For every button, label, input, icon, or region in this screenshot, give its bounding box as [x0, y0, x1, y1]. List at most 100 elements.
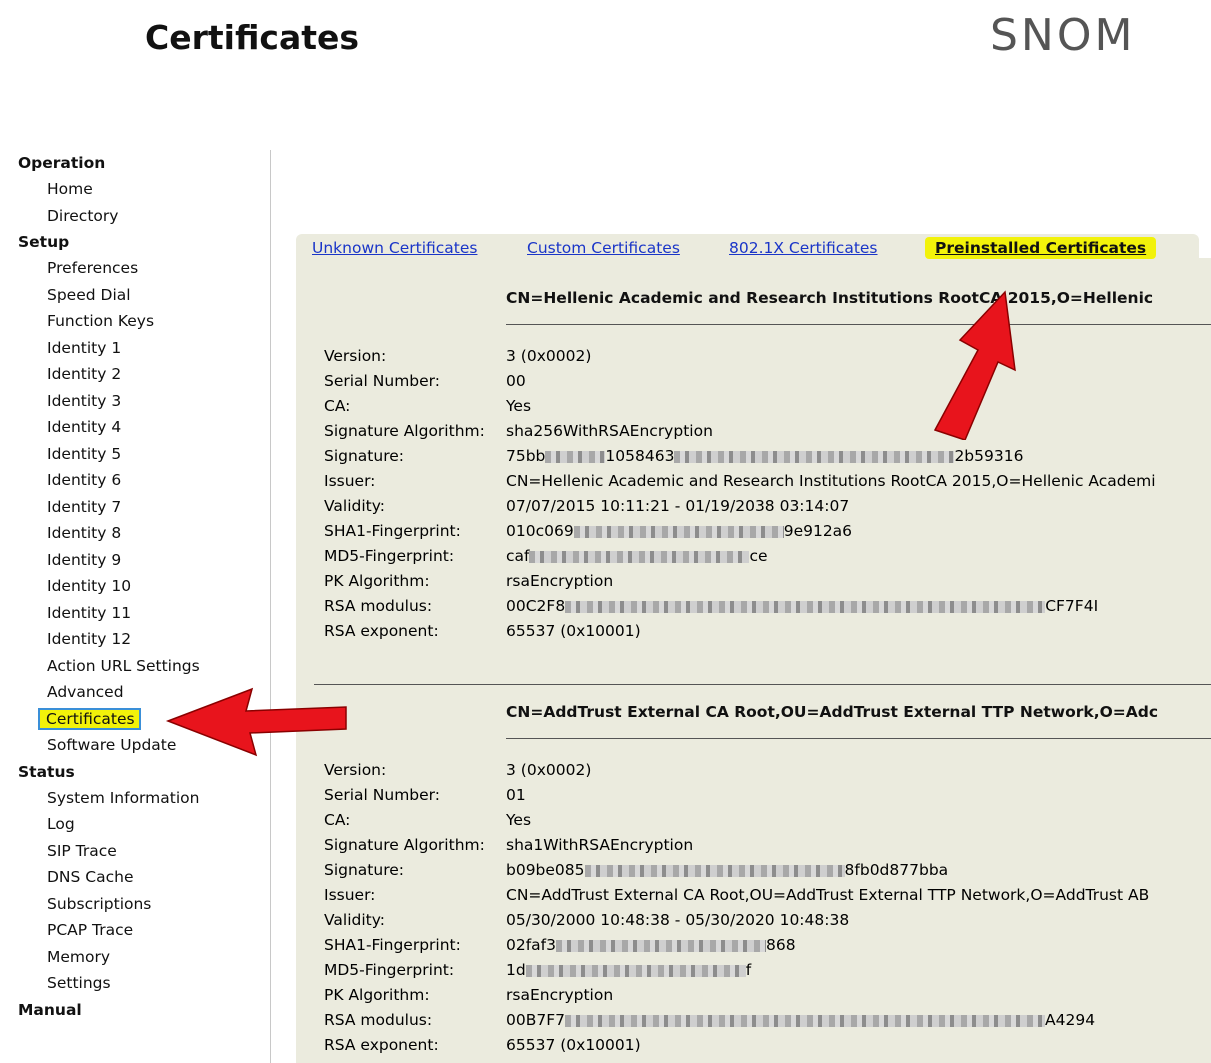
- title-divider: [506, 324, 1211, 325]
- value-prefix: 010c069: [506, 522, 574, 540]
- sidebar-section-setup: Setup: [18, 233, 70, 251]
- value-suffix: 8fb0d877bba: [844, 861, 949, 879]
- sidebar-item-identity-1[interactable]: Identity 1: [0, 335, 270, 362]
- sidebar-item-identity-6[interactable]: Identity 6: [0, 467, 270, 494]
- field-label: Serial Number:: [324, 786, 441, 804]
- field-value: sha1WithRSAEncryption: [506, 836, 694, 854]
- sidebar-item-identity-8[interactable]: Identity 8: [0, 520, 270, 547]
- sidebar-item-sip-trace[interactable]: SIP Trace: [0, 838, 270, 865]
- redacted-value: [529, 550, 750, 563]
- field-value: b09be085 8fb0d877bba: [506, 858, 948, 883]
- field-value: 010c069 9e912a6: [506, 519, 852, 544]
- field-value: caf ce: [506, 544, 768, 569]
- sidebar-item-speed-dial[interactable]: Speed Dial: [0, 282, 270, 309]
- arrow-to-certificates-icon: [165, 687, 347, 757]
- sidebar-section-manual: Manual: [18, 1000, 82, 1019]
- tab-8021x-certificates[interactable]: 802.1X Certificates: [713, 234, 925, 260]
- field-value: rsaEncryption: [506, 572, 614, 590]
- sidebar-item-identity-12[interactable]: Identity 12: [0, 626, 270, 653]
- sidebar-item-dns-cache[interactable]: DNS Cache: [0, 864, 270, 891]
- field-label: RSA modulus:: [324, 597, 433, 615]
- redacted-value: [565, 600, 1046, 613]
- value-suffix: 9e912a6: [783, 522, 853, 540]
- field-label: Signature:: [324, 861, 404, 879]
- redacted-value: [545, 450, 606, 463]
- value-prefix: 00C2F8: [506, 597, 566, 615]
- sidebar-item-directory[interactable]: Directory: [0, 203, 270, 230]
- field-label: MD5-Fingerprint:: [324, 547, 455, 565]
- field-value: 01: [506, 786, 526, 804]
- page-title: Certificates: [145, 18, 360, 57]
- redacted-value: [674, 450, 955, 463]
- field-value: 07/07/2015 10:11:21 - 01/19/2038 03:14:0…: [506, 497, 850, 515]
- field-value: 00B7F7 A4294: [506, 1008, 1095, 1033]
- field-value: 05/30/2000 10:48:38 - 05/30/2020 10:48:3…: [506, 911, 850, 929]
- value-suffix: A4294: [1045, 1011, 1096, 1029]
- field-label: Serial Number:: [324, 372, 441, 390]
- value-suffix: CF7F4I: [1045, 597, 1099, 615]
- sidebar-item-identity-3[interactable]: Identity 3: [0, 388, 270, 415]
- tab-custom-certificates[interactable]: Custom Certificates: [511, 234, 725, 260]
- field-value: rsaEncryption: [506, 986, 614, 1004]
- sidebar-item-settings[interactable]: Settings: [0, 970, 270, 997]
- sidebar-item-selected-label: Certificates: [38, 707, 141, 730]
- sidebar-item-identity-2[interactable]: Identity 2: [0, 361, 270, 388]
- redacted-value: [573, 525, 784, 538]
- field-label: SHA1-Fingerprint:: [324, 522, 461, 540]
- redacted-value: [525, 964, 746, 977]
- sidebar-item-system-information[interactable]: System Information: [0, 785, 270, 812]
- value-prefix: 00B7F7: [506, 1011, 565, 1029]
- field-label: Issuer:: [324, 886, 376, 904]
- field-label: SHA1-Fingerprint:: [324, 936, 461, 954]
- title-divider: [506, 738, 1211, 739]
- value-suffix: 868: [766, 936, 796, 954]
- sidebar-item-pcap-trace[interactable]: PCAP Trace: [0, 917, 270, 944]
- sidebar-section-operation: Operation: [18, 154, 106, 172]
- value-middle: 1058463: [605, 447, 675, 465]
- field-label: Validity:: [324, 497, 386, 515]
- field-label: MD5-Fingerprint:: [324, 961, 455, 979]
- sidebar-item-action-url-settings[interactable]: Action URL Settings: [0, 653, 270, 680]
- field-value: 3 (0x0002): [506, 761, 592, 779]
- sidebar-item-preferences[interactable]: Preferences: [0, 255, 270, 282]
- sidebar-item-identity-5[interactable]: Identity 5: [0, 441, 270, 468]
- redacted-value: [556, 939, 766, 952]
- value-suffix: ce: [749, 547, 768, 565]
- sidebar-item-identity-11[interactable]: Identity 11: [0, 600, 270, 627]
- sidebar-item-identity-4[interactable]: Identity 4: [0, 414, 270, 441]
- field-value: 00: [506, 372, 526, 390]
- field-label: PK Algorithm:: [324, 986, 430, 1004]
- field-value: CN=AddTrust External CA Root,OU=AddTrust…: [506, 886, 1150, 904]
- redacted-value: [565, 1014, 1045, 1027]
- value-prefix: caf: [506, 547, 530, 565]
- value-suffix: f: [745, 961, 752, 979]
- field-label: RSA exponent:: [324, 622, 439, 640]
- field-value: 1d f: [506, 958, 751, 983]
- field-label: Signature:: [324, 447, 404, 465]
- sidebar-section-status: Status: [18, 762, 75, 781]
- field-label: CA:: [324, 811, 351, 829]
- field-value: Yes: [506, 397, 532, 415]
- sidebar-item-subscriptions[interactable]: Subscriptions: [0, 891, 270, 918]
- arrow-to-tab-icon: [933, 290, 1016, 440]
- sidebar-item-identity-9[interactable]: Identity 9: [0, 547, 270, 574]
- field-label: PK Algorithm:: [324, 572, 430, 590]
- tab-unknown-certificates[interactable]: Unknown Certificates: [296, 234, 524, 260]
- field-label: Version:: [324, 347, 387, 365]
- sidebar-item-function-keys[interactable]: Function Keys: [0, 308, 270, 335]
- field-value: sha256WithRSAEncryption: [506, 422, 713, 440]
- sidebar-item-log[interactable]: Log: [0, 811, 270, 838]
- sidebar-item-identity-10[interactable]: Identity 10: [0, 573, 270, 600]
- tab-preinstalled-certificates[interactable]: Preinstalled Certificates: [909, 234, 1199, 260]
- sidebar-item-memory[interactable]: Memory: [0, 944, 270, 971]
- section-divider: [314, 684, 1211, 685]
- field-label: Issuer:: [324, 472, 376, 490]
- field-label: Validity:: [324, 911, 386, 929]
- sidebar-item-identity-7[interactable]: Identity 7: [0, 494, 270, 521]
- sidebar-item-home[interactable]: Home: [0, 176, 270, 203]
- field-label: RSA exponent:: [324, 1036, 439, 1054]
- tab-preinstalled-label: Preinstalled Certificates: [925, 237, 1157, 259]
- certificate-title: CN=AddTrust External CA Root,OU=AddTrust…: [506, 703, 1159, 721]
- certificate-title: CN=Hellenic Academic and Research Instit…: [506, 289, 1154, 307]
- field-label: Version:: [324, 761, 387, 779]
